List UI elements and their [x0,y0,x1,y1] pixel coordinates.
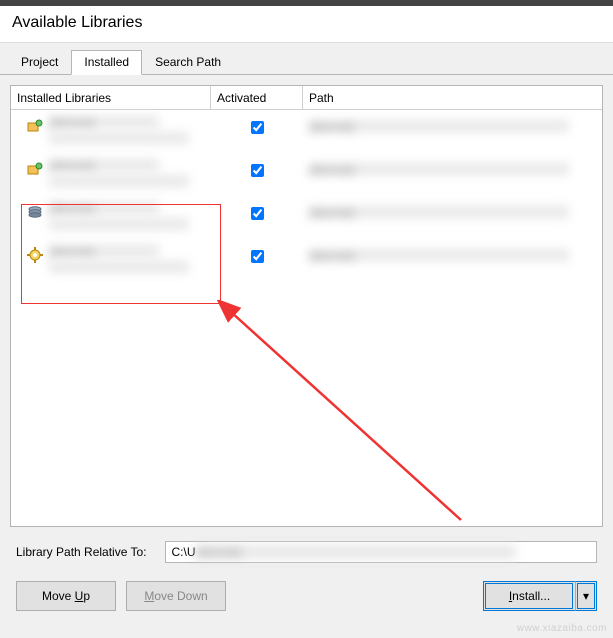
libraries-list: Installed Libraries Activated Path (blur… [10,85,603,527]
annotation-arrow-icon [211,300,471,530]
install-dropdown-button[interactable]: ▾ [575,581,597,611]
watermark: www.xiazaiba.com [517,623,607,634]
library-subtitle [49,132,189,144]
activated-checkbox[interactable] [251,207,264,220]
package-icon [27,161,43,177]
tab-project[interactable]: Project [8,50,71,75]
library-path-prefix: C:\U [172,545,196,559]
tab-search-path[interactable]: Search Path [142,50,234,75]
library-row[interactable]: (blurred) (blurred) [11,110,602,153]
library-name: (blurred) [49,202,159,214]
move-up-button[interactable]: Move Up [16,581,116,611]
library-path: (blurred) [309,163,569,175]
activated-checkbox[interactable] [251,121,264,134]
library-path: (blurred) [309,120,569,132]
gear-icon [27,247,43,263]
library-row[interactable]: (blurred) (blurred) [11,196,602,239]
activated-checkbox[interactable] [251,250,264,263]
window-title: Available Libraries [0,6,613,43]
library-path: (blurred) [309,206,569,218]
bottom-area: Library Path Relative To: C:\U(blurred) … [0,527,613,625]
tabs-row: Project Installed Search Path [0,47,613,75]
button-row: Move Up Move Down Install... ▾ [16,571,597,625]
library-name: (blurred) [49,159,159,171]
library-row[interactable]: (blurred) (blurred) [11,153,602,196]
list-body: (blurred) (blurred) (blurred) [11,110,602,282]
activated-checkbox[interactable] [251,164,264,177]
library-subtitle [49,175,189,187]
library-subtitle [49,261,189,273]
library-name: (blurred) [49,245,159,257]
library-path-row: Library Path Relative To: C:\U(blurred) [16,527,597,571]
package-icon [27,118,43,134]
library-subtitle [49,218,189,230]
column-header-libraries[interactable]: Installed Libraries [11,86,211,109]
library-path-input[interactable]: C:\U(blurred) [165,541,597,563]
column-header-activated[interactable]: Activated [211,86,303,109]
column-header-path[interactable]: Path [303,86,602,109]
list-header: Installed Libraries Activated Path [11,86,602,110]
install-button[interactable]: Install... [483,581,575,611]
library-row[interactable]: (blurred) (blurred) [11,239,602,282]
stack-icon [27,204,43,220]
move-down-button[interactable]: Move Down [126,581,226,611]
library-path-rest: (blurred) [196,545,516,559]
install-split-button: Install... ▾ [483,581,597,611]
library-path-label: Library Path Relative To: [16,545,147,559]
content-area: Installed Libraries Activated Path (blur… [0,75,613,527]
library-path: (blurred) [309,249,569,261]
library-name: (blurred) [49,116,159,128]
tab-installed[interactable]: Installed [71,50,142,75]
